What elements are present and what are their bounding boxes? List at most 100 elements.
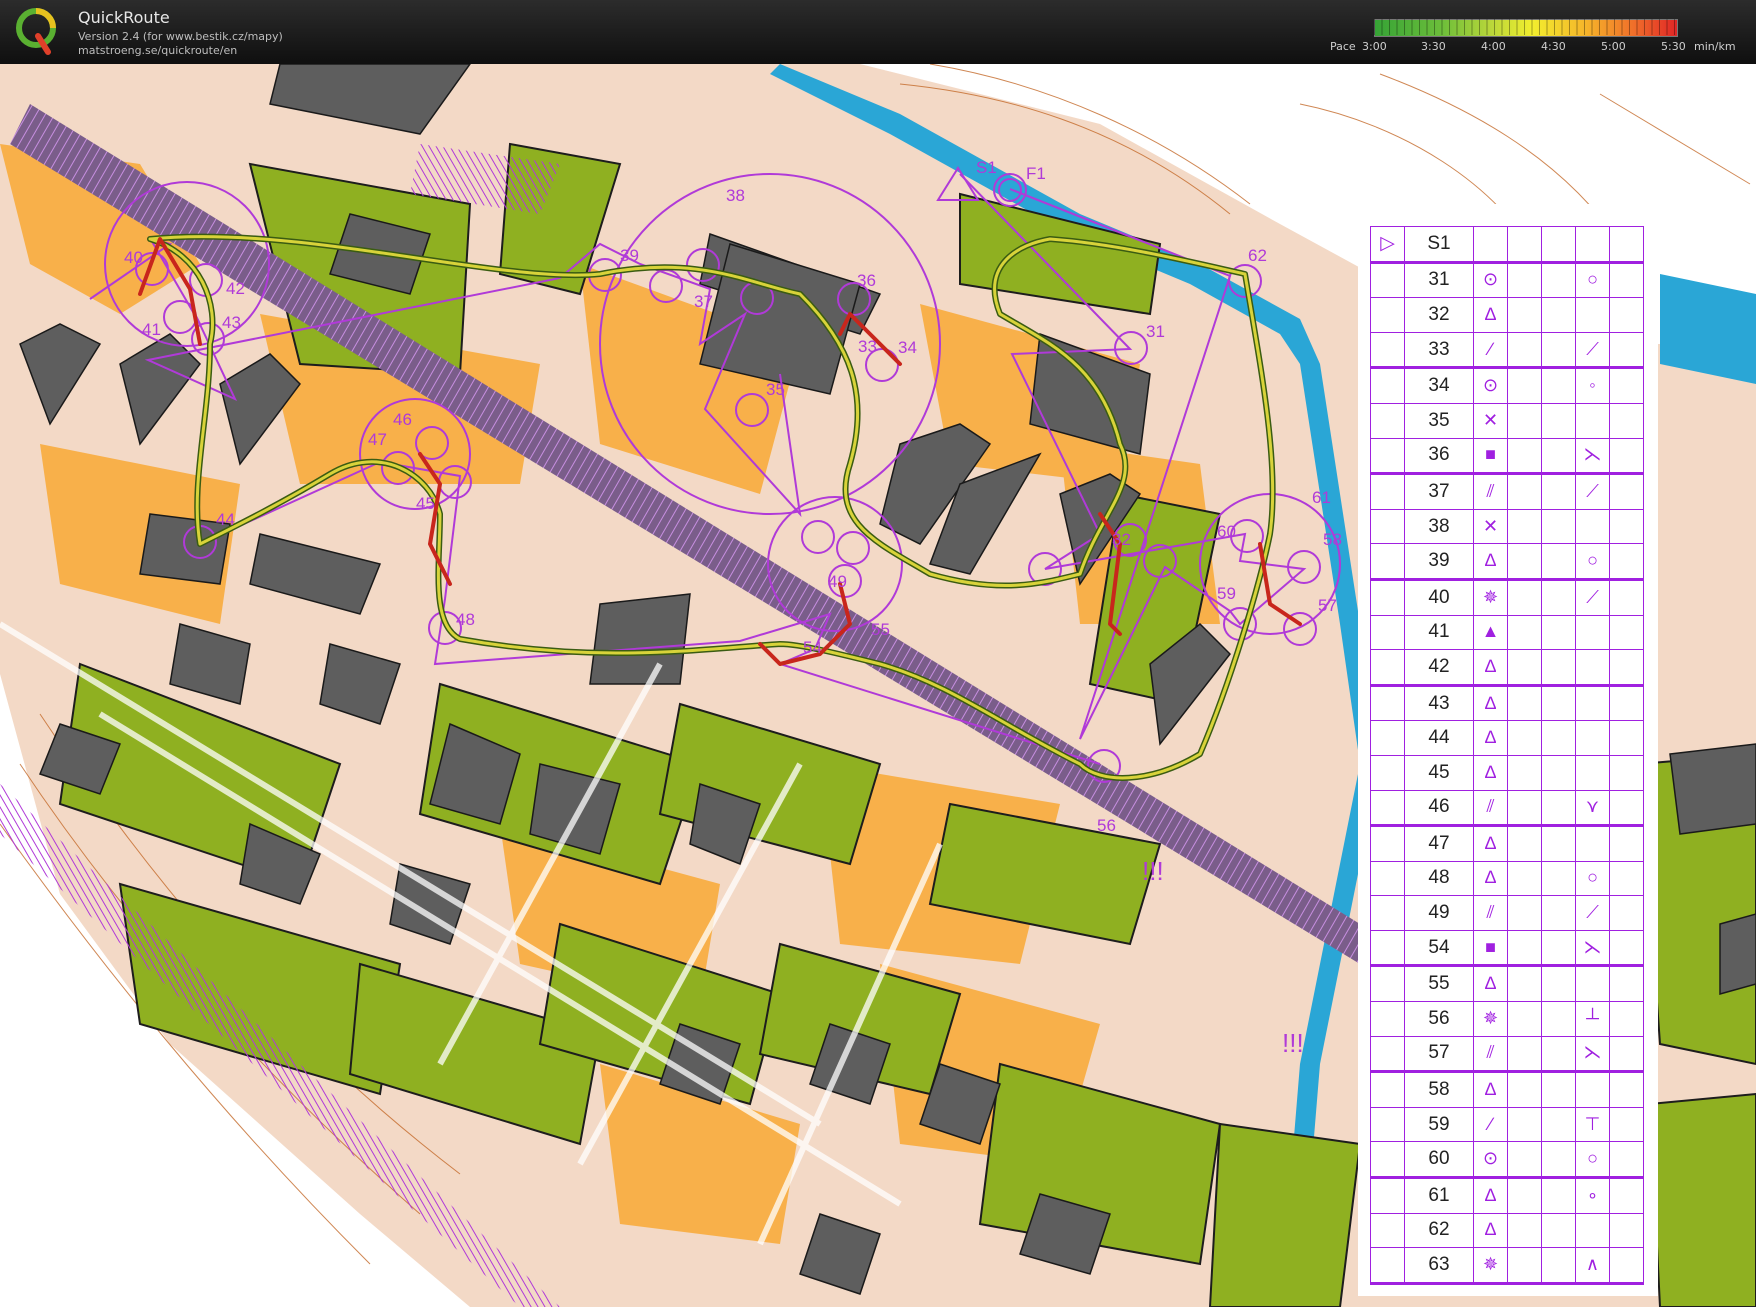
description-row: 62 ∆ xyxy=(1370,1212,1644,1249)
description-col-f xyxy=(1575,965,1610,1003)
description-code-cell: 57 xyxy=(1404,1035,1474,1074)
description-col-c: ∆ xyxy=(1473,684,1508,722)
description-col-e xyxy=(1541,1106,1576,1143)
description-col-e xyxy=(1541,226,1576,264)
description-col-e xyxy=(1541,1247,1576,1285)
description-col-e xyxy=(1541,402,1576,439)
description-col-c: ■ xyxy=(1473,929,1508,968)
control-label: 38 xyxy=(726,186,745,205)
tree-icon: ∆ xyxy=(1484,832,1496,853)
description-sequence-cell xyxy=(1370,860,1405,897)
corner-dot-icon: ⋋ xyxy=(1583,1042,1602,1063)
description-feature-cell xyxy=(1507,754,1542,791)
control-label: 44 xyxy=(216,510,235,529)
corner-dot-icon: ⋋ xyxy=(1583,444,1602,465)
description-feature-cell xyxy=(1507,1212,1542,1249)
description-code-cell: 56 xyxy=(1404,1001,1474,1037)
description-detail-cell xyxy=(1609,684,1644,722)
description-detail-cell xyxy=(1609,825,1644,862)
ring-dot-icon: ⊙ xyxy=(1482,1148,1499,1169)
tree-icon: ∆ xyxy=(1484,1184,1496,1205)
description-col-c: ⊙ xyxy=(1473,1141,1508,1180)
orienteering-map[interactable]: S1 F1 31 32 33 34 35 36 37 38 39 40 41 4… xyxy=(0,64,1756,1307)
description-code-cell: 49 xyxy=(1404,895,1474,931)
ring-top-dot-icon: ∘ xyxy=(1586,1184,1599,1205)
description-col-f xyxy=(1575,297,1610,333)
description-row: 45 ∆ xyxy=(1370,754,1644,791)
description-col-f: ⋋ xyxy=(1575,1035,1610,1074)
dot-ring-icon: ◦ xyxy=(1589,375,1596,396)
description-col-f xyxy=(1575,684,1610,722)
description-col-c: ∆ xyxy=(1473,965,1508,1003)
description-sequence-cell xyxy=(1370,1212,1405,1249)
description-code-cell: 58 xyxy=(1404,1071,1474,1108)
control-label: 58 xyxy=(1323,530,1342,549)
danger-mark: !!! xyxy=(1142,856,1164,886)
hash-star-icon: ✵ xyxy=(1482,1007,1499,1028)
control-label: 61 xyxy=(1312,488,1331,507)
description-detail-cell xyxy=(1609,543,1644,581)
description-col-e xyxy=(1541,789,1576,828)
description-detail-cell xyxy=(1609,1001,1644,1037)
loop-tail-icon: ○ xyxy=(1587,867,1598,888)
app-version: Version 2.4 (for www.bestik.cz/mapy) xyxy=(78,30,283,43)
description-detail-cell xyxy=(1609,508,1644,545)
description-col-f xyxy=(1575,754,1610,791)
description-row: 43 ∆ xyxy=(1370,684,1644,722)
description-col-c: ⫽ xyxy=(1473,789,1508,828)
app-title: QuickRoute xyxy=(78,8,170,27)
description-col-f xyxy=(1575,508,1610,545)
description-row: 36 ■ ⋋ xyxy=(1370,437,1644,476)
control-label: 56 xyxy=(1097,816,1116,835)
description-col-c: ✵ xyxy=(1473,1247,1508,1285)
description-feature-cell xyxy=(1507,825,1542,862)
description-col-f: ⟋ xyxy=(1575,895,1610,931)
description-code-cell: 60 xyxy=(1404,1141,1474,1180)
description-sequence-cell xyxy=(1370,754,1405,791)
description-row: 46 ⫽ ⋎ xyxy=(1370,789,1644,828)
description-feature-cell xyxy=(1507,543,1542,581)
description-col-e xyxy=(1541,684,1576,722)
description-detail-cell xyxy=(1609,1177,1644,1214)
control-label: 32 xyxy=(1112,530,1131,549)
description-sequence-cell xyxy=(1370,929,1405,968)
description-col-c xyxy=(1473,226,1508,264)
description-col-c: ∆ xyxy=(1473,1177,1508,1214)
description-detail-cell xyxy=(1609,614,1644,651)
description-code-cell: 44 xyxy=(1404,720,1474,756)
hatched-slope-icon: ⫽ xyxy=(1486,796,1495,817)
description-col-f: ┴ xyxy=(1575,1001,1610,1037)
description-col-c: ✕ xyxy=(1473,508,1508,545)
description-col-f: ⋋ xyxy=(1575,929,1610,968)
description-feature-cell xyxy=(1507,1247,1542,1285)
description-col-c: ⫽ xyxy=(1473,895,1508,931)
description-row: 49 ⫽ ⟋ xyxy=(1370,895,1644,931)
tree-icon: ∆ xyxy=(1484,1219,1496,1240)
description-code-cell: 48 xyxy=(1404,860,1474,897)
description-feature-cell xyxy=(1507,578,1542,616)
description-col-e xyxy=(1541,261,1576,299)
description-detail-cell xyxy=(1609,331,1644,370)
description-feature-cell xyxy=(1507,473,1542,510)
description-col-f: ⟋ xyxy=(1575,578,1610,616)
description-col-c: ∆ xyxy=(1473,1071,1508,1108)
description-col-c: ∆ xyxy=(1473,825,1508,862)
description-col-e xyxy=(1541,1212,1576,1249)
description-detail-cell xyxy=(1609,297,1644,333)
description-col-c: ⫽ xyxy=(1473,1035,1508,1074)
hatched-slope-icon: ⫽ xyxy=(1486,480,1495,501)
description-feature-cell xyxy=(1507,1071,1542,1108)
description-sequence-cell xyxy=(1370,402,1405,439)
description-code-cell: 46 xyxy=(1404,789,1474,828)
description-code-cell: S1 xyxy=(1404,226,1474,264)
description-code-cell: 45 xyxy=(1404,754,1474,791)
fork-dot-icon: ⋎ xyxy=(1585,796,1600,817)
hatched-slope-icon: ⫽ xyxy=(1486,902,1495,923)
control-label: 46 xyxy=(393,410,412,429)
control-label: 43 xyxy=(222,313,241,332)
description-feature-cell xyxy=(1507,261,1542,299)
description-detail-cell xyxy=(1609,649,1644,687)
description-col-f xyxy=(1575,402,1610,439)
description-col-c: ∆ xyxy=(1473,860,1508,897)
control-label: 62 xyxy=(1248,246,1267,265)
